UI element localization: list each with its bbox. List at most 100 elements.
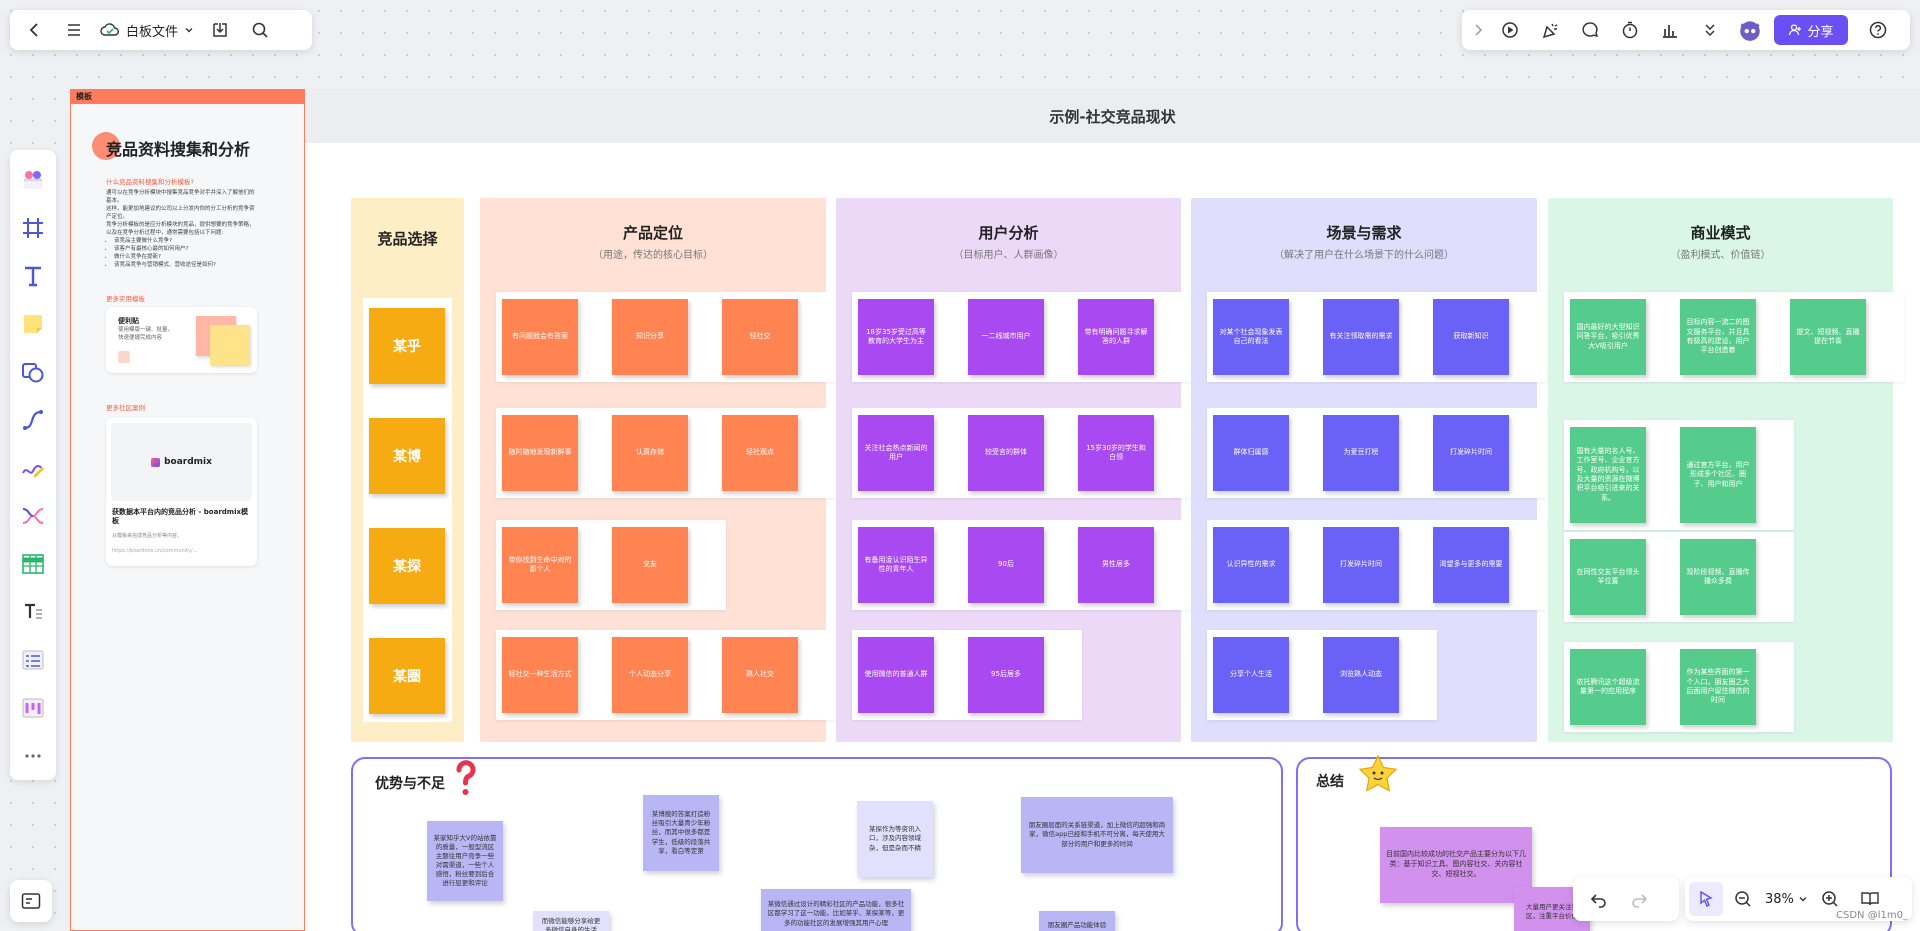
- more-tools-button[interactable]: [10, 732, 56, 780]
- chevron-down-icon: [185, 28, 193, 33]
- competitor-note[interactable]: 某探: [369, 528, 445, 604]
- sticky-note[interactable]: 95后居多: [968, 637, 1044, 713]
- sticky-note[interactable]: 为爱豆打榜: [1323, 415, 1399, 491]
- sticky-note[interactable]: 提文、短视频、直播提在节奏: [1790, 299, 1866, 375]
- menu-button[interactable]: [54, 10, 94, 50]
- sticky-note[interactable]: 目标内容一流二的图文服务平台，并且具有极高的建设，用户平台创造着: [1680, 299, 1756, 375]
- sticky-note[interactable]: 较受言的群体: [968, 415, 1044, 491]
- sticky-note[interactable]: 通过官方平台，用户形成多个社区、圈子、用户和用户: [1680, 427, 1756, 523]
- expand-toolbar-button[interactable]: [1466, 10, 1490, 50]
- sticky-note[interactable]: 有关注领取需的需求: [1323, 299, 1399, 375]
- zoom-out-button[interactable]: [1723, 879, 1763, 919]
- template-bullet: 该客户有最核心最的如何用户?: [114, 246, 258, 254]
- sticky-note[interactable]: 关注社会热点新闻的用户: [858, 415, 934, 491]
- presentation-play-button[interactable]: [1490, 10, 1530, 50]
- sticky-note[interactable]: 而微信能够分享给更多微信自身的生活: [533, 911, 609, 931]
- comment-button[interactable]: [1570, 10, 1610, 50]
- frame-tool[interactable]: [10, 204, 56, 252]
- sticky-note[interactable]: 对某个社会现象发表自己的看法: [1213, 299, 1289, 375]
- sticky-note[interactable]: 依托腾讯这个超级流量第一的应用程序: [1570, 649, 1646, 725]
- pen-tool[interactable]: [10, 444, 56, 492]
- category-column: 产品定位 （用途，传达的核心目标） 有问题就会有答案 知识分享 轻社交 随时随地发现新鲜事…: [480, 198, 836, 742]
- sticky-note[interactable]: 打发碎片时间: [1433, 415, 1509, 491]
- sticky-note-template-card[interactable]: 便利贴 使用模版一键、批量，快速便捷完成内容: [106, 307, 257, 373]
- sticky-note[interactable]: 打发碎片时间: [1323, 527, 1399, 603]
- timer-button[interactable]: [1610, 10, 1650, 50]
- sticky-note[interactable]: 男性居多: [1078, 527, 1154, 603]
- sticky-note[interactable]: 目前国内比较成功的社交产品主要分为以下几类：基于知识工具、图内容社交、关内容社交…: [1380, 827, 1532, 903]
- top-right-toolbar: 分享: [1462, 10, 1910, 50]
- sticky-note[interactable]: 某微信通过设计的精彩社区的产品功能，很多社区都学习了这一功能，比如某乎、某探某等…: [761, 889, 911, 931]
- sticky-note[interactable]: 认真存储: [612, 415, 688, 491]
- download-button[interactable]: [200, 10, 240, 50]
- vote-button[interactable]: [1650, 10, 1690, 50]
- sticky-note[interactable]: 交友: [612, 527, 688, 603]
- sticky-note[interactable]: 知识分享: [612, 299, 688, 375]
- competitor-note[interactable]: 某乎: [369, 308, 445, 384]
- sticky-note[interactable]: 使用微信的普通人群: [858, 637, 934, 713]
- text-document-tool[interactable]: [10, 588, 56, 636]
- sticky-note[interactable]: 某探作为等资讯入口，涉及内容领域杂，但是杂而不精: [857, 801, 933, 877]
- user-avatar[interactable]: [1730, 10, 1770, 50]
- sticky-note[interactable]: 浏览熟人动态: [1323, 637, 1399, 713]
- sticky-note[interactable]: 分享个人生活: [1213, 637, 1289, 713]
- sticky-note[interactable]: 国内最好的大型知识问答平台，吸引优秀大V吸引用户: [1570, 299, 1646, 375]
- minimap-toggle-button[interactable]: [10, 880, 52, 922]
- sticky-note[interactable]: 熟人社交: [722, 637, 798, 713]
- sticky-note[interactable]: 认识异性的需求: [1213, 527, 1289, 603]
- sticky-note[interactable]: 18岁35岁受过高等教育的大学生为主: [858, 299, 934, 375]
- competitor-note[interactable]: 某圈: [369, 638, 445, 714]
- table-tool[interactable]: [10, 540, 56, 588]
- help-button[interactable]: [1858, 10, 1898, 50]
- category-column: 商业模式 （盈利模式、价值链） 国内最好的大型知识问答平台，吸引优秀大V吸引用户 目标…: [1548, 198, 1904, 742]
- sticky-note[interactable]: 作为某些界面的第一个入口，朋友圈之大后面用户留住微信的时间: [1680, 649, 1756, 725]
- zoom-level-dropdown[interactable]: 38%: [1763, 892, 1810, 907]
- template-library-tool[interactable]: [10, 156, 56, 204]
- sticky-note[interactable]: 90后: [968, 527, 1044, 603]
- kanban-tool[interactable]: [10, 684, 56, 732]
- sticky-note[interactable]: 一二线城市用户: [968, 299, 1044, 375]
- back-button[interactable]: [14, 10, 54, 50]
- sticky-note[interactable]: 个人动态分享: [612, 637, 688, 713]
- sticky-note[interactable]: 有备用凌认识陌生异性的青年人: [858, 527, 934, 603]
- undo-button[interactable]: [1579, 879, 1619, 919]
- more-chevron-button[interactable]: [1690, 10, 1730, 50]
- share-button[interactable]: 分享: [1774, 15, 1848, 45]
- sticky-note[interactable]: 获取新知识: [1433, 299, 1509, 375]
- sticky-note[interactable]: 轻社观点: [722, 415, 798, 491]
- sticky-note[interactable]: 现阶段视频、直播传播众多费: [1680, 539, 1756, 615]
- connector-tool[interactable]: [10, 396, 56, 444]
- search-button[interactable]: [240, 10, 280, 50]
- template-frame-tab: 模板: [70, 89, 305, 104]
- sticky-note[interactable]: 有问题就会有答案: [502, 299, 578, 375]
- sticky-note[interactable]: 随时随地发现新鲜事: [502, 415, 578, 491]
- sticky-note-tool[interactable]: [10, 300, 56, 348]
- sticky-note[interactable]: 朋友圈层面的关系链渠道，加上微信的超强和商家，微信app已经和手机不可分离，每天…: [1021, 797, 1173, 873]
- sticky-note[interactable]: 轻社交: [722, 299, 798, 375]
- select-pointer-button[interactable]: [1689, 882, 1723, 916]
- column-title: 商业模式: [1690, 224, 1751, 242]
- sticky-note[interactable]: 某博搜的答案打造粉丝吸引大量青少年粉丝，而其中很多都是学生，低级的段落共享，看白…: [643, 795, 719, 871]
- shape-tool[interactable]: [10, 348, 56, 396]
- sticky-note[interactable]: 带有明确问题寻求解答的人群: [1078, 299, 1154, 375]
- sticky-note[interactable]: 15岁30岁的学生和白领: [1078, 415, 1154, 491]
- redo-button[interactable]: [1619, 879, 1659, 919]
- sticky-note[interactable]: 轻社交一种生活方式: [502, 637, 578, 713]
- list-card-tool[interactable]: [10, 636, 56, 684]
- sticky-note[interactable]: 某家知乎大V的站依靠的质量，一般型流区主题往用户竞争一些对需渠道，一些个人感悟，…: [427, 821, 503, 901]
- text-tool[interactable]: [10, 252, 56, 300]
- section-title: 总结: [1316, 774, 1344, 790]
- sticky-note[interactable]: 群体归属感: [1213, 415, 1289, 491]
- boardmix-logo-text: boardmix: [164, 457, 212, 467]
- mindmap-tool[interactable]: [10, 492, 56, 540]
- celebrate-button[interactable]: [1530, 10, 1570, 50]
- community-case-card[interactable]: boardmix 获数据本平台内的竞品分析 - boardmix模板 从模板来完…: [106, 418, 257, 566]
- sticky-note[interactable]: 国有大量的名人号、工作室号、企业官方号、政府机构号，以及大量的资源在微博积平台吸…: [1570, 427, 1646, 523]
- document-title-dropdown[interactable]: 白板文件: [94, 10, 200, 50]
- sticky-note[interactable]: 朋友圈产品功能体验: [1039, 911, 1115, 931]
- sticky-note[interactable]: 带你找到生命中对的那个人: [502, 527, 578, 603]
- competitor-note[interactable]: 某博: [369, 418, 445, 494]
- sticky-note[interactable]: 在同性交友平台领头羊位置: [1570, 539, 1646, 615]
- sticky-note[interactable]: 渴望多与更多的需要: [1433, 527, 1509, 603]
- document-title: 白板文件: [126, 24, 179, 40]
